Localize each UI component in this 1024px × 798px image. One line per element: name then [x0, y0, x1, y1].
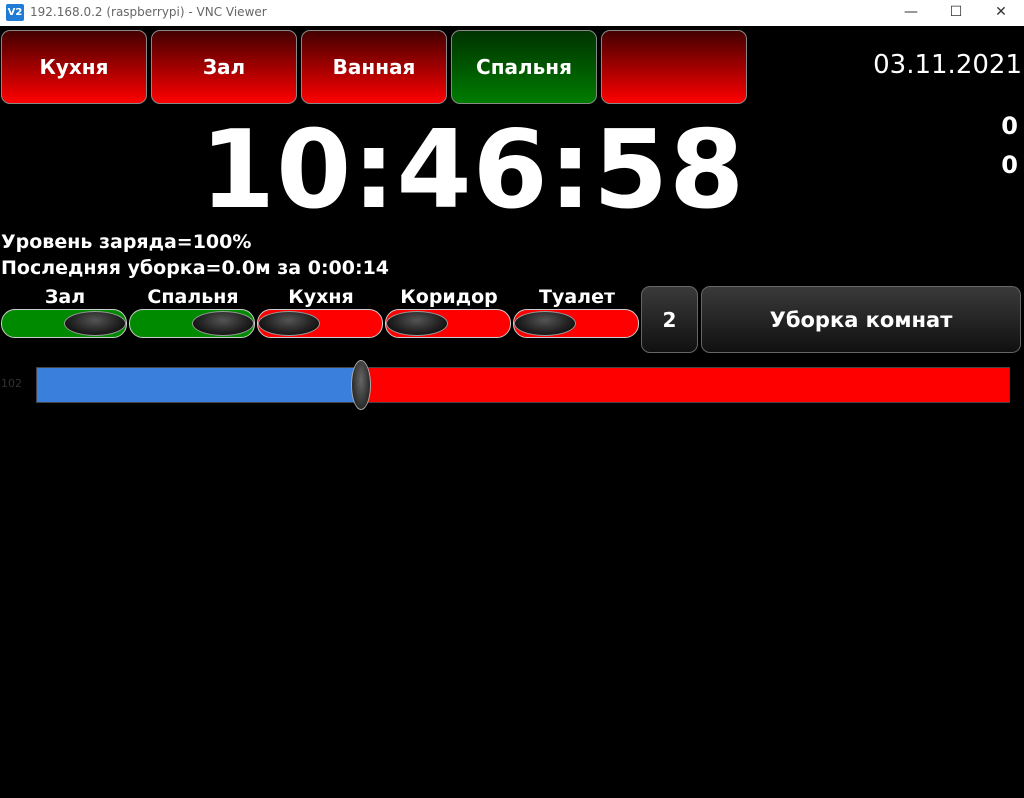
toggle-knob[interactable] [192, 311, 254, 336]
toggle-knob[interactable] [514, 311, 576, 336]
zone-label-hall: Зал [44, 286, 86, 308]
window-titlebar: V2 192.168.0.2 (raspberrypi) - VNC Viewe… [0, 0, 1024, 26]
window-title: 192.168.0.2 (raspberrypi) - VNC Viewer [30, 5, 267, 19]
room-button-kitchen[interactable]: Кухня [1, 30, 147, 104]
toggle-knob[interactable] [386, 311, 448, 336]
slider-fill [37, 368, 361, 402]
zone-label-toilet: Туалет [539, 286, 615, 308]
zone-toggle-bedroom[interactable] [129, 309, 255, 338]
zone-label-corridor: Коридор [400, 286, 498, 308]
toggle-knob[interactable] [64, 311, 126, 336]
clock-display: 10:46:58 [200, 108, 746, 233]
maximize-icon[interactable]: ☐ [933, 0, 979, 26]
minimize-icon[interactable]: — [888, 0, 934, 26]
room-button-hall[interactable]: Зал [151, 30, 297, 104]
battery-level-text: Уровень заряда=100% [1, 231, 252, 253]
close-icon[interactable]: ✕ [978, 0, 1024, 26]
zone-toggle-kitchen[interactable] [257, 309, 383, 338]
date-display: 03.11.2021 [873, 50, 1022, 80]
zone-label-kitchen: Кухня [288, 286, 354, 308]
passes-count-button[interactable]: 2 [641, 286, 698, 353]
zone-toggle-hall[interactable] [1, 309, 127, 338]
start-cleaning-button[interactable]: Уборка комнат [701, 286, 1021, 353]
zone-toggle-toilet[interactable] [513, 309, 639, 338]
toggle-knob[interactable] [258, 311, 320, 336]
room-button-bathroom[interactable]: Ванная [301, 30, 447, 104]
zone-toggle-corridor[interactable] [385, 309, 511, 338]
counter-bottom: 0 [1001, 151, 1018, 179]
slider-value-label: 102 [1, 377, 22, 390]
vnc-app-icon: V2 [6, 4, 24, 21]
counter-top: 0 [1001, 112, 1018, 140]
slider-handle[interactable] [350, 360, 371, 410]
zone-label-bedroom: Спальня [147, 286, 239, 308]
slider-track[interactable] [36, 360, 1010, 410]
room-button-empty[interactable] [601, 30, 747, 104]
room-button-bedroom[interactable]: Спальня [451, 30, 597, 104]
last-cleaning-text: Последняя уборка=0.0м за 0:00:14 [1, 257, 390, 279]
